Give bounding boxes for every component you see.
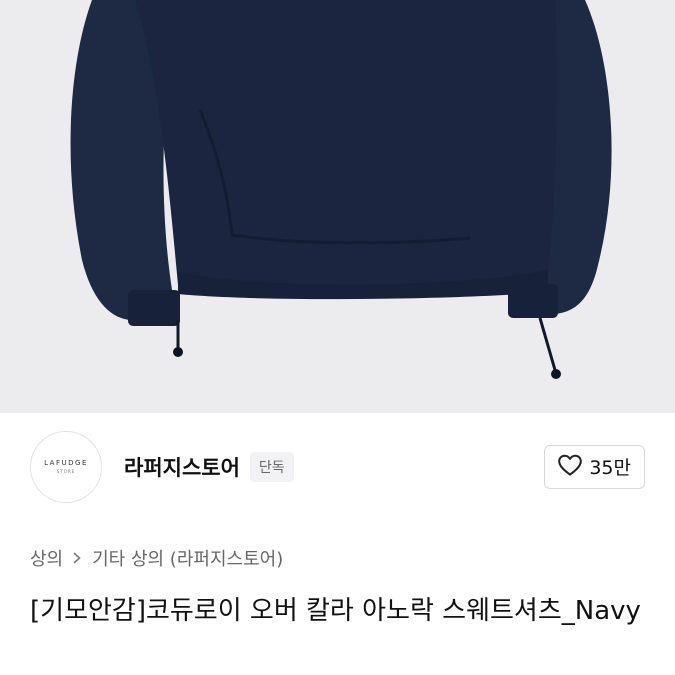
chevron-right-icon bbox=[72, 551, 82, 565]
store-logo[interactable]: LAFUDGE STORE bbox=[30, 430, 102, 503]
store-name[interactable]: 라퍼지스토어 bbox=[124, 452, 240, 482]
breadcrumb-item-category[interactable]: 기타 상의 (라퍼지스토어) bbox=[92, 545, 283, 571]
store-row: LAFUDGE STORE 라퍼지스토어 단독 35만 bbox=[0, 413, 675, 520]
breadcrumb: 상의 기타 상의 (라퍼지스토어) bbox=[30, 543, 283, 573]
breadcrumb-item-top[interactable]: 상의 bbox=[30, 545, 63, 571]
product-image[interactable] bbox=[0, 0, 675, 413]
heart-outline-icon bbox=[557, 453, 583, 481]
product-title: [기모안감]코듀로이 오버 칼라 아노락 스웨트셔츠_Navy bbox=[30, 596, 641, 626]
store-logo-text: LAFUDGE bbox=[44, 459, 88, 467]
store-logo-subtext: STORE bbox=[56, 469, 76, 474]
sweatshirt-illustration bbox=[0, 0, 675, 413]
exclusive-badge: 단독 bbox=[249, 451, 294, 482]
like-count: 35만 bbox=[589, 457, 631, 479]
like-button[interactable]: 35만 bbox=[544, 444, 645, 489]
